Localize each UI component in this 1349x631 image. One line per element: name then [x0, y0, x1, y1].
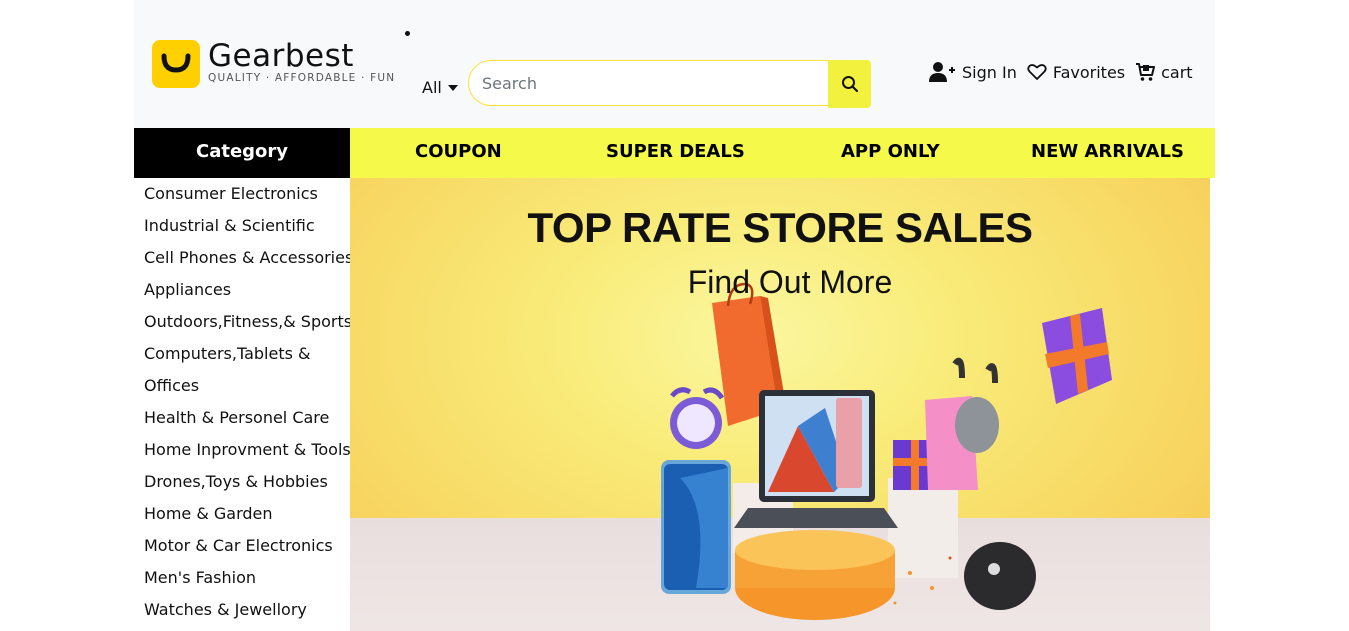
category-item[interactable]: Motor & Car Electronics [134, 530, 350, 562]
favorites-label: Favorites [1052, 62, 1126, 82]
nav-new-arrivals[interactable]: NEW ARRIVALS [1031, 128, 1184, 178]
search-button[interactable] [828, 60, 871, 108]
cart-icon [1136, 63, 1156, 81]
category-item[interactable]: Appliances [134, 274, 350, 306]
sign-in-label: Sign In [962, 62, 1017, 82]
pedestal-right [888, 478, 958, 578]
account-links: Sign In Favorites cart [928, 60, 1203, 84]
category-header[interactable]: Category [134, 128, 350, 178]
banner-title: TOP RATE STORE SALES [527, 204, 1034, 251]
category-item[interactable]: Offices [134, 370, 350, 402]
robot-vacuum-graphic [964, 542, 1036, 610]
caret-down-icon [447, 85, 458, 91]
search-scope-label: All [422, 78, 442, 97]
page: Gearbest QUALITY · AFFORDABLE · FUN All [134, 0, 1215, 631]
category-list: Consumer Electronics Industrial & Scient… [134, 178, 350, 626]
search-input[interactable] [468, 60, 828, 106]
search-icon [841, 76, 858, 93]
category-item[interactable]: Home Inprovment & Tools [134, 434, 350, 466]
promo-banner[interactable]: TOP RATE STORE SALES Find Out More [350, 178, 1210, 631]
category-item[interactable]: Home & Garden [134, 498, 350, 530]
nav-super-deals[interactable]: SUPER DEALS [606, 128, 745, 178]
category-item[interactable]: Consumer Electronics [134, 178, 350, 210]
nav-coupon[interactable]: COUPON [415, 128, 502, 178]
user-plus-icon [929, 62, 955, 82]
category-item[interactable]: Cell Phones & Accessories [134, 242, 350, 274]
category-item[interactable]: Watches & Jewellory [134, 594, 350, 626]
category-item[interactable]: Computers,Tablets & [134, 338, 350, 370]
smile-icon [161, 53, 191, 73]
category-item[interactable]: Men's Fashion [134, 562, 350, 594]
search-scope-dropdown[interactable]: All [422, 78, 458, 97]
site-header: Gearbest QUALITY · AFFORDABLE · FUN All [134, 0, 1215, 128]
category-item[interactable]: Drones,Toys & Hobbies [134, 466, 350, 498]
logo-wordmark: Gearbest [208, 38, 354, 74]
logo-mark [152, 40, 200, 88]
gift-box-floating-graphic [1042, 308, 1112, 404]
category-sidebar: Consumer Electronics Industrial & Scient… [134, 178, 350, 631]
cart-link[interactable]: cart [1135, 62, 1193, 82]
banner-subtitle[interactable]: Find Out More [350, 264, 1210, 301]
category-item[interactable]: Industrial & Scientific [134, 210, 350, 242]
logo-tagline: QUALITY · AFFORDABLE · FUN [208, 72, 396, 84]
alarm-clock-graphic [670, 387, 725, 449]
phone-graphic [661, 460, 731, 594]
category-item[interactable]: Outdoors,Fitness,& Sports [134, 306, 350, 338]
earbuds-graphic [952, 357, 999, 453]
favorites-link[interactable]: Favorites [1027, 63, 1125, 82]
decorative-dot [405, 31, 410, 36]
sign-in-link[interactable]: Sign In [928, 60, 1017, 84]
category-item[interactable]: Health & Personel Care [134, 402, 350, 434]
nav-app-only[interactable]: APP ONLY [841, 128, 940, 178]
gearbest-logo[interactable]: Gearbest QUALITY · AFFORDABLE · FUN [152, 38, 396, 92]
heart-icon [1027, 64, 1047, 80]
main-nav: Category COUPON SUPER DEALS APP ONLY NEW… [134, 128, 1215, 178]
cart-label: cart [1161, 62, 1193, 82]
